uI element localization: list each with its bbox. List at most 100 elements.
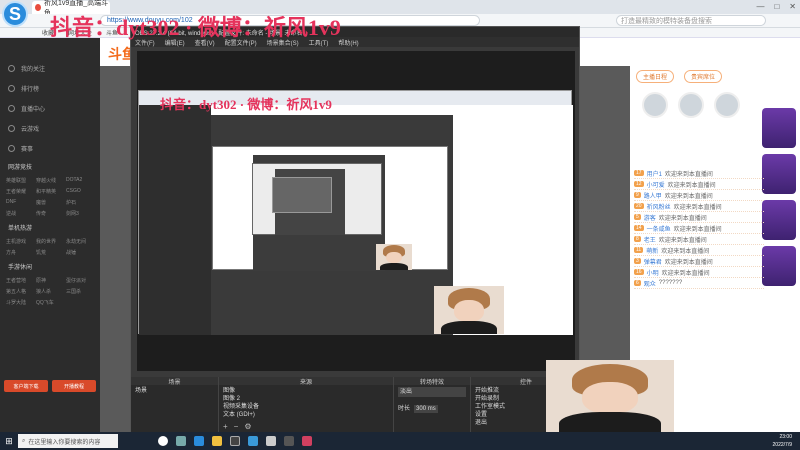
- chat-username[interactable]: 路人甲: [644, 191, 662, 200]
- chat-username[interactable]: 一条咸鱼: [647, 224, 671, 233]
- category-link[interactable]: 主机游戏: [6, 238, 34, 245]
- nav-grid: 英雄联盟 穿越火线 DOTA2 王者荣耀 和平精英 CSGO DNF 魔兽 炉石…: [0, 175, 100, 219]
- gift-banner[interactable]: [762, 154, 796, 194]
- gift-banner[interactable]: [762, 108, 796, 148]
- category-link[interactable]: 传奇: [36, 210, 64, 217]
- gift-banner[interactable]: [762, 200, 796, 240]
- dock-title: 场景: [131, 377, 218, 386]
- chat-username[interactable]: 祈风粉丝: [647, 202, 671, 211]
- tab-vip[interactable]: 贵宾席位: [684, 69, 723, 83]
- category-link[interactable]: 魔兽: [36, 199, 64, 206]
- chat-username[interactable]: 小可爱: [647, 180, 665, 189]
- chat-list: 17 用户1 欢迎来到本直播间 12 小可爱 欢迎来到本直播间 9 路人甲 欢迎来到本直播间 20…: [634, 168, 764, 289]
- nav-item[interactable]: 云游戏: [0, 118, 100, 138]
- taskbar: ⊞ ⌕ 在这里输入你要搜索的内容 23:00 2022/7/9: [0, 432, 800, 450]
- close-button[interactable]: ✕: [789, 2, 796, 11]
- source-item[interactable]: 图像: [223, 387, 389, 395]
- nav-item[interactable]: 赛事: [0, 138, 100, 158]
- category-link[interactable]: 炉石: [66, 199, 94, 206]
- gift-banner[interactable]: [762, 246, 796, 286]
- category-link[interactable]: 原神: [36, 277, 64, 284]
- category-link[interactable]: 蛋仔派对: [66, 277, 94, 284]
- category-link[interactable]: 穿越火线: [36, 177, 64, 184]
- dock-title: 转场特效: [394, 377, 470, 386]
- category-link[interactable]: 狼人杀: [36, 288, 64, 295]
- remove-icon[interactable]: −: [234, 422, 239, 431]
- nav-item[interactable]: 排行榜: [0, 78, 100, 98]
- chat-username[interactable]: 小明: [647, 268, 659, 277]
- task-view-icon[interactable]: [176, 436, 186, 446]
- app-icon[interactable]: [266, 436, 276, 446]
- douyu-favicon-icon: [35, 4, 41, 11]
- chat-message: 欢迎来到本直播间: [664, 259, 713, 266]
- transition-select[interactable]: 淡出: [398, 387, 466, 397]
- category-link[interactable]: 英雄联盟: [6, 177, 34, 184]
- category-link[interactable]: 王者荣耀: [6, 188, 34, 195]
- obs-icon[interactable]: [230, 436, 240, 446]
- source-item[interactable]: 图像 2: [223, 395, 389, 403]
- folder-icon[interactable]: [212, 436, 222, 446]
- duration-input[interactable]: 300 ms: [414, 405, 438, 413]
- nav-item[interactable]: 我的关注: [0, 58, 100, 78]
- chat-message: ???????: [658, 280, 683, 286]
- app-icon[interactable]: [284, 436, 294, 446]
- category-link[interactable]: 我的世界: [36, 238, 64, 245]
- tab-schedule[interactable]: 主播日程: [636, 69, 675, 83]
- category-link[interactable]: DNF: [6, 199, 34, 206]
- stream-tutorial-button[interactable]: 开播教程: [52, 380, 96, 392]
- category-link[interactable]: 斗罗大陆: [6, 299, 34, 306]
- category-link[interactable]: DOTA2: [66, 177, 94, 184]
- taskbar-search[interactable]: ⌕ 在这里输入你要搜索的内容: [18, 434, 118, 448]
- browser-icon[interactable]: [194, 436, 204, 446]
- chat-username[interactable]: 老王: [644, 235, 656, 244]
- category-link[interactable]: 饥荒: [36, 249, 64, 256]
- level-badge: 11: [634, 247, 644, 253]
- chat-message: 欢迎来到本直播间: [661, 248, 710, 255]
- chat-username[interactable]: 弹幕君: [644, 257, 662, 266]
- chat-username[interactable]: 用户1: [647, 169, 662, 178]
- category-link[interactable]: 第五人格: [6, 288, 34, 295]
- dock-title: 来源: [219, 377, 393, 386]
- right-panel-tabs: 主播日程 贵宾席位: [630, 68, 800, 84]
- gear-icon[interactable]: ⚙: [244, 422, 251, 431]
- category-link[interactable]: 战锤: [66, 249, 94, 256]
- cortana-icon[interactable]: [158, 436, 168, 446]
- browser-search-input[interactable]: 打造最精致的模特装备盘搜索: [616, 15, 766, 26]
- trophy-icon: [8, 144, 15, 152]
- chat-message: 欢迎来到本直播间: [661, 270, 710, 277]
- avatar[interactable]: [642, 92, 668, 118]
- chat-username[interactable]: 萌新: [646, 246, 658, 255]
- category-link[interactable]: 和平精英: [36, 188, 64, 195]
- add-icon[interactable]: +: [223, 422, 228, 431]
- system-tray[interactable]: 23:00 2022/7/9: [773, 433, 792, 449]
- avatar[interactable]: [678, 92, 704, 118]
- scene-item[interactable]: 场景: [135, 387, 214, 395]
- search-icon: ⌕: [22, 437, 26, 444]
- category-link[interactable]: 三国杀: [66, 288, 94, 295]
- chat-username[interactable]: 观众: [644, 279, 656, 288]
- app-icon[interactable]: [248, 436, 258, 446]
- source-item[interactable]: 视频采集设备: [223, 403, 389, 411]
- source-item[interactable]: 文本 (GDI+): [223, 411, 389, 419]
- category-link[interactable]: CSGO: [66, 188, 94, 195]
- chat-username[interactable]: 游客: [644, 213, 656, 222]
- avatar[interactable]: [714, 92, 740, 118]
- chat-line: 5 游客 欢迎来到本直播间: [634, 212, 764, 223]
- download-client-button[interactable]: 客户端下载: [4, 380, 48, 392]
- minimize-button[interactable]: —: [756, 2, 764, 11]
- app-icon[interactable]: [302, 436, 312, 446]
- window-controls: — □ ✕: [756, 2, 796, 11]
- level-badge: 8: [634, 236, 641, 242]
- desktop: 祈风1v9直播_高端斗鱼... — □ ✕ https://www.douyu.…: [0, 0, 800, 450]
- nav-item[interactable]: 直播中心: [0, 98, 100, 118]
- menu-item[interactable]: 帮助(H): [338, 38, 358, 47]
- category-link[interactable]: 王者营地: [6, 277, 34, 284]
- category-link[interactable]: 剑网3: [66, 210, 94, 217]
- category-link[interactable]: 方舟: [6, 249, 34, 256]
- maximize-button[interactable]: □: [774, 2, 779, 11]
- windows-start-icon[interactable]: ⊞: [0, 432, 18, 450]
- category-link[interactable]: 逆战: [6, 210, 34, 217]
- category-link[interactable]: QQ飞车: [36, 299, 64, 306]
- category-link[interactable]: 永劫无间: [66, 238, 94, 245]
- chat-message: 欢迎来到本直播间: [658, 215, 707, 222]
